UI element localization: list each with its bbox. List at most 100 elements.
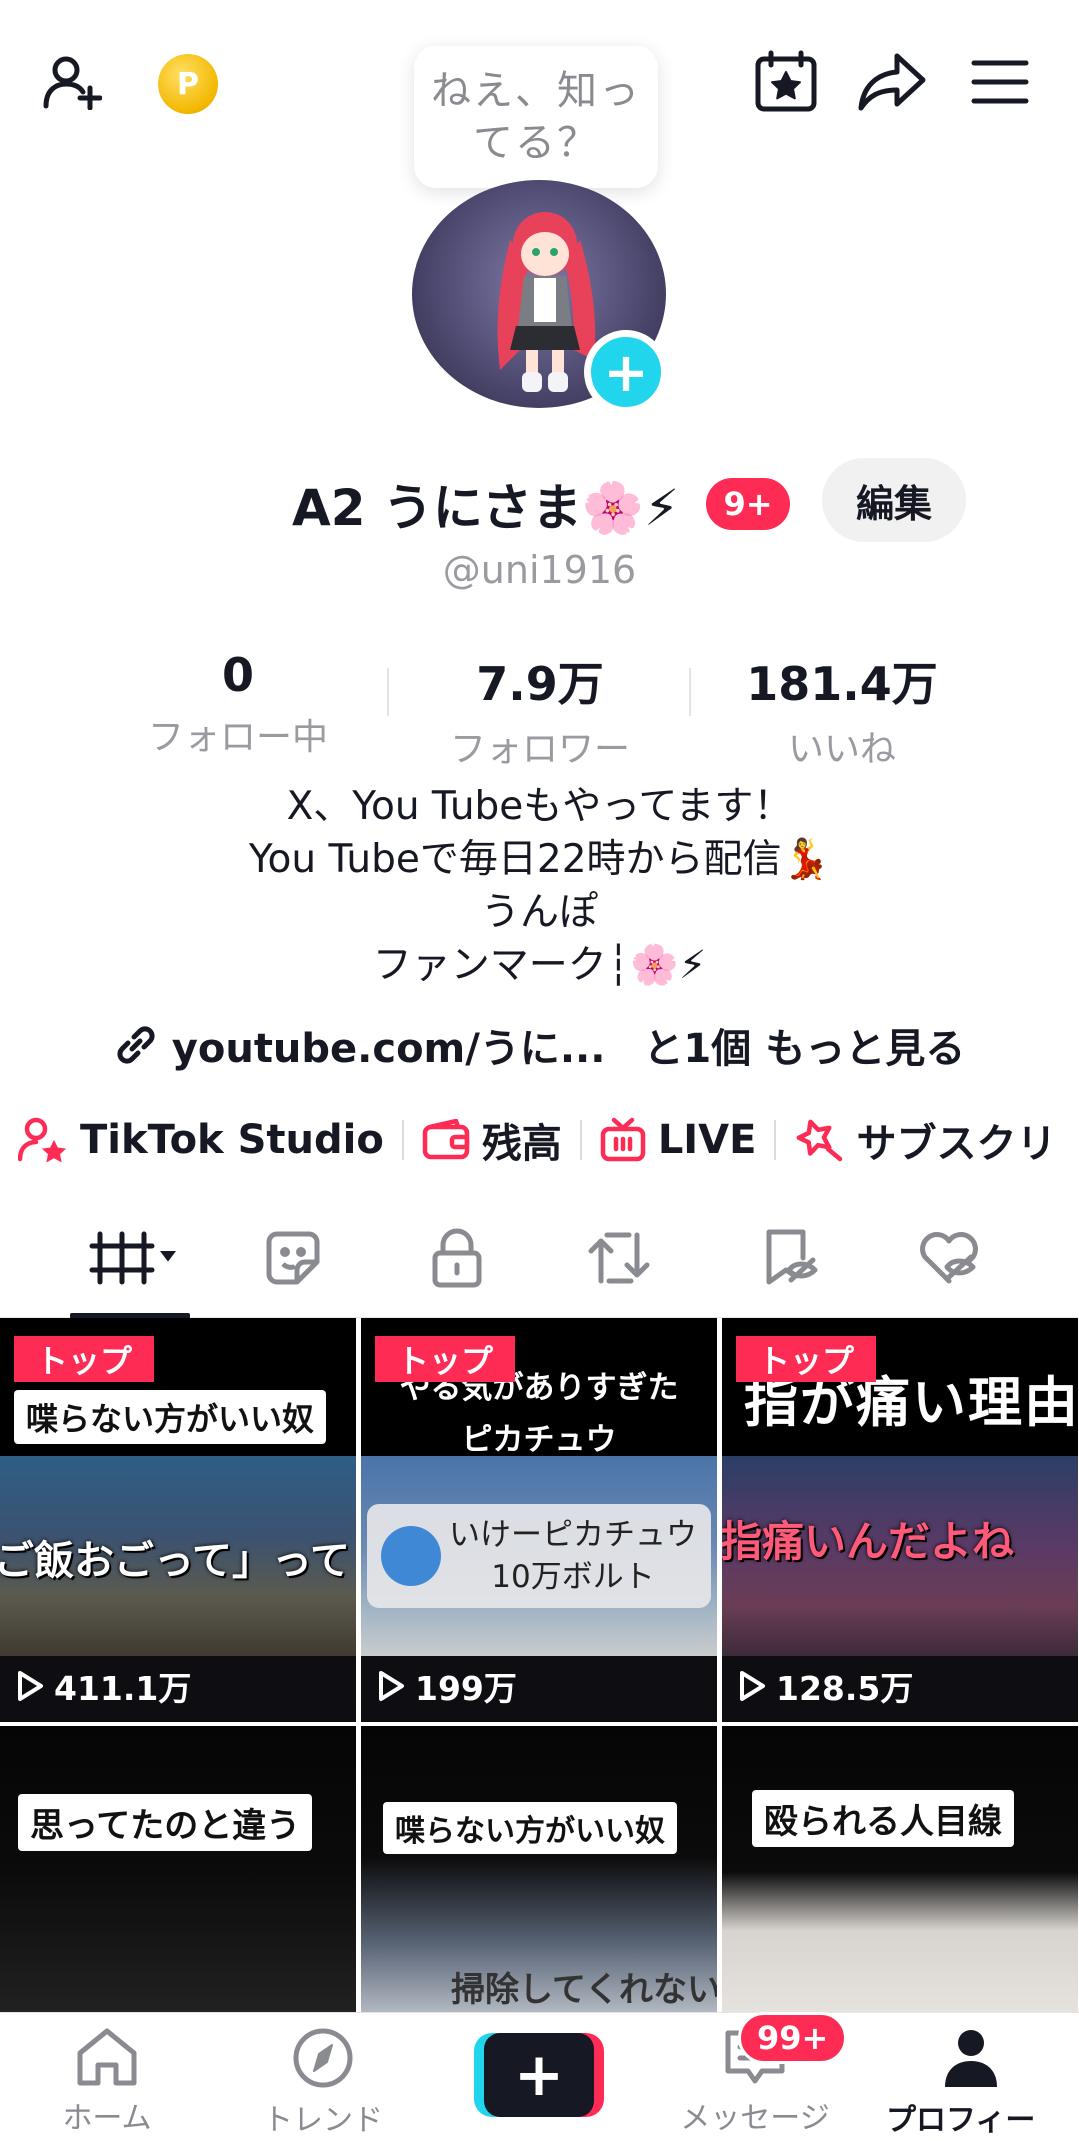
gameplay-screenshot: 指痛いんだよね xyxy=(722,1456,1078,1656)
heart-hidden-icon xyxy=(920,1232,978,1284)
share-profile-button[interactable] xyxy=(850,40,934,124)
nav-home[interactable]: ホーム xyxy=(22,2027,192,2137)
person-plus-icon xyxy=(43,56,102,110)
username-handle: @uni1916 xyxy=(442,548,637,592)
overlay-text: ご飯おごって」って xyxy=(0,1538,350,1584)
subscription-button[interactable]: サブスクリ xyxy=(776,1111,1074,1169)
balance-button[interactable]: 残高 xyxy=(404,1111,580,1169)
video-thumbnail[interactable]: 指が痛い理由 トップ 指痛いんだよね 128.5万 xyxy=(722,1318,1078,1722)
nav-home-label: ホーム xyxy=(62,2101,152,2136)
play-icon xyxy=(379,1671,404,1701)
stat-divider xyxy=(689,668,691,716)
compass-icon xyxy=(293,2028,353,2088)
likes-count: 181.4万 xyxy=(746,657,938,711)
view-count-value: 199万 xyxy=(415,1669,517,1708)
star-badge-icon xyxy=(796,1119,843,1162)
pinned-badge: トップ xyxy=(375,1336,516,1382)
did-you-know-bubble[interactable]: ねえ、知ってる？ xyxy=(414,46,658,188)
gameplay-screenshot: ご飯おごって」って xyxy=(0,1456,356,1656)
tv-icon xyxy=(600,1117,646,1162)
pinned-badge: トップ xyxy=(736,1336,877,1382)
likes-stat[interactable]: 181.4万 いいね xyxy=(712,648,972,772)
bio-line: ファンマーク┆🌸⚡ xyxy=(372,943,707,988)
bookmark-hidden-icon xyxy=(766,1229,818,1285)
video-caption: 思ってたのと違う xyxy=(18,1794,313,1851)
nav-profile[interactable]: プロフィール xyxy=(886,2027,1056,2141)
home-icon xyxy=(77,2028,137,2086)
calendar-button[interactable] xyxy=(744,40,828,124)
likes-label: いいね xyxy=(787,729,896,770)
video-thumbnail[interactable]: 喋らない方がいい奴 掃除してくれない xyxy=(361,1726,717,2018)
following-stat[interactable]: 0 フォロー中 xyxy=(108,648,368,760)
creator-tools-row: TikTok Studio 残高 LIVE サブスクリ xyxy=(0,1108,1079,1172)
tool-label: TikTok Studio xyxy=(80,1117,384,1163)
tool-label: 残高 xyxy=(481,1121,562,1167)
followers-stat[interactable]: 7.9万 フォロワー xyxy=(410,648,670,772)
overlay-text: いけーピカチュウ 10万ボルト xyxy=(449,1517,697,1595)
tab-stickers[interactable] xyxy=(238,1226,348,1290)
tab-private[interactable] xyxy=(402,1226,512,1290)
tab-reposts[interactable] xyxy=(564,1226,674,1290)
display-name: A2 うにさま🌸⚡ xyxy=(292,479,680,537)
view-count: 128.5万 xyxy=(738,1662,913,1710)
tiktok-studio-button[interactable]: TikTok Studio xyxy=(0,1117,402,1163)
profile-name-row: A2 うにさま🌸⚡ 9+ 編集 xyxy=(0,458,1079,546)
view-count: 199万 xyxy=(377,1662,517,1710)
gameplay-screenshot: いけーピカチュウ 10万ボルト xyxy=(361,1456,717,1656)
sticker-icon xyxy=(266,1231,320,1285)
bio-line: うんぽ xyxy=(480,890,598,935)
profile-person-icon xyxy=(945,2030,997,2087)
avatar-placeholder-icon xyxy=(381,1526,441,1586)
tab-liked[interactable] xyxy=(894,1226,1004,1290)
overlay-text: 掃除してくれない xyxy=(451,1970,717,2010)
calendar-star-icon xyxy=(755,50,817,112)
video-thumbnail[interactable]: 思ってたのと違う xyxy=(0,1726,356,2018)
view-count-value: 411.1万 xyxy=(54,1669,192,1708)
grid-videos-icon xyxy=(89,1231,176,1285)
bio-line: You Tubeで毎日22時から配信💃 xyxy=(248,837,831,882)
messages-badge: 99+ xyxy=(738,2012,848,2064)
content-tabs xyxy=(0,1200,1079,1319)
view-count: 411.1万 xyxy=(16,1662,191,1710)
play-icon xyxy=(18,1671,43,1701)
nav-trend[interactable]: トレンド xyxy=(238,2027,408,2139)
bio-link[interactable]: youtube.com/うに... xyxy=(172,1016,606,1074)
link-icon xyxy=(117,1026,155,1064)
wallet-icon xyxy=(422,1119,470,1160)
overlay-card: いけーピカチュウ 10万ボルト xyxy=(367,1504,711,1608)
video-caption: 殴られる人目線 xyxy=(752,1790,1014,1847)
coin-icon[interactable]: P xyxy=(158,54,218,114)
bottom-nav: ホーム トレンド + メッセージ プロフィール xyxy=(0,2012,1079,2141)
following-label: フォロー中 xyxy=(147,717,328,758)
notification-badge[interactable]: 9+ xyxy=(706,478,790,530)
bio-link-row: youtube.com/うに... と1個 もっと見る xyxy=(0,1016,1079,1074)
view-count-value: 128.5万 xyxy=(776,1669,914,1708)
add-friend-button[interactable] xyxy=(30,40,114,124)
bio: X、You Tubeもやってます！ You Tubeで毎日22時から配信💃 うん… xyxy=(0,780,1079,992)
add-story-button[interactable]: + xyxy=(584,330,668,414)
nav-profile-label: プロフィール xyxy=(886,2103,1036,2138)
menu-button[interactable] xyxy=(958,40,1042,124)
hamburger-menu-icon xyxy=(971,60,1029,104)
lock-icon xyxy=(432,1228,482,1288)
nav-messages-label: メッセージ xyxy=(680,2101,830,2136)
live-button[interactable]: LIVE xyxy=(582,1117,775,1163)
followers-count: 7.9万 xyxy=(476,657,604,711)
following-count: 0 xyxy=(221,648,254,702)
see-more-link[interactable]: と1個 もっと見る xyxy=(643,1016,965,1074)
bubble-text: ねえ、知ってる？ xyxy=(431,68,641,166)
video-thumbnail[interactable]: トップ 喋らない方がいい奴 ご飯おごって」って 411.1万 xyxy=(0,1318,356,1722)
bio-line: X、You Tubeもやってます！ xyxy=(286,784,793,829)
followers-label: フォロワー xyxy=(449,729,630,770)
video-thumbnail[interactable]: やる気がありすぎた ピカチュウ トップ いけーピカチュウ 10万ボルト 199万 xyxy=(361,1318,717,1722)
play-icon xyxy=(740,1671,765,1701)
repost-icon xyxy=(588,1232,650,1284)
create-button[interactable]: + xyxy=(474,2033,604,2117)
tab-favorites[interactable] xyxy=(734,1226,844,1290)
tool-label: サブスクリ xyxy=(856,1121,1057,1167)
video-thumbnail[interactable]: 殴られる人目線 xyxy=(722,1726,1078,2018)
edit-profile-button[interactable]: 編集 xyxy=(822,458,966,542)
coin-label: P xyxy=(177,66,199,102)
person-star-icon xyxy=(18,1117,67,1163)
tab-videos[interactable] xyxy=(78,1226,188,1290)
